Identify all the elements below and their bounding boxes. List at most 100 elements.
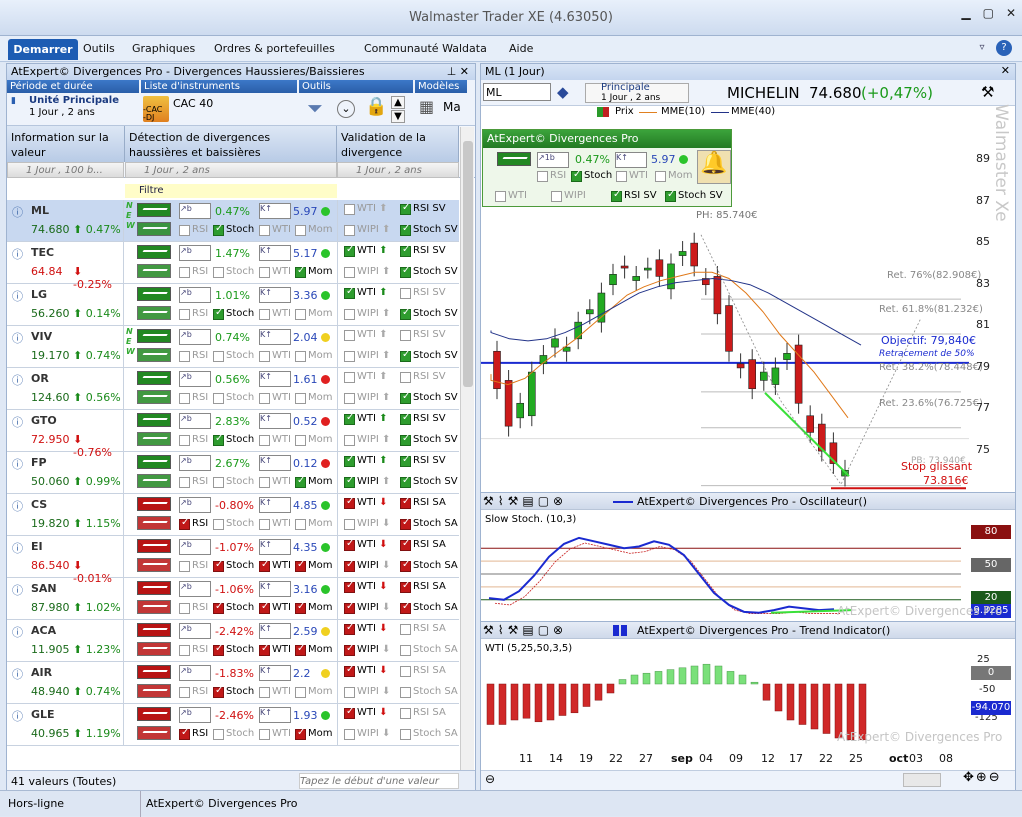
period-unit[interactable]: Unité Principale: [29, 95, 119, 106]
wti-checkbox[interactable]: [344, 622, 355, 635]
mom-checkbox[interactable]: [295, 309, 306, 320]
mom-checkbox[interactable]: [295, 643, 306, 656]
info-icon[interactable]: ⓘ: [12, 582, 23, 598]
table-row[interactable]: ⓘ GLE 40.965 ⬆ 1.19% ↗b -2.46% K↑ 1.93 R…: [7, 704, 459, 746]
info-icon[interactable]: ⓘ: [12, 708, 23, 724]
symbol[interactable]: EI: [31, 540, 43, 553]
mom-checkbox[interactable]: [295, 559, 306, 572]
filter-label[interactable]: Filtre: [139, 185, 164, 196]
info-cell[interactable]: ⓘ GLE 40.965 ⬆ 1.19%: [7, 704, 124, 745]
rsi-checkbox[interactable]: [179, 225, 190, 236]
stoch-sv-checkbox[interactable]: [400, 601, 411, 614]
rsi-sv-checkbox[interactable]: [400, 454, 411, 467]
rsi-checkbox[interactable]: [179, 351, 190, 362]
wipi-checkbox[interactable]: [344, 729, 355, 740]
rsi-sv-checkbox[interactable]: [400, 288, 411, 299]
wti-small-checkbox[interactable]: [259, 435, 270, 446]
info-cell[interactable]: ⓘ VIV 19.170 ⬆ 0.74%: [7, 326, 124, 367]
book-icon[interactable]: ◆: [557, 83, 569, 101]
info-cell[interactable]: ⓘ FP 50.060 ⬆ 0.99%: [7, 452, 124, 493]
rsi-checkbox[interactable]: [179, 267, 190, 278]
wipi-checkbox[interactable]: [344, 519, 355, 530]
info-icon[interactable]: ⓘ: [12, 204, 23, 220]
info-icon[interactable]: ⓘ: [12, 414, 23, 430]
wti-checkbox[interactable]: [344, 580, 355, 593]
wti-small-checkbox[interactable]: [259, 267, 270, 278]
filter-row[interactable]: Filtre: [125, 184, 337, 198]
table-row[interactable]: ⓘ EI 86.540 ⬇ -0.01% ↗b -1.07% K↑ 4.35 R…: [7, 536, 459, 585]
instrument-list-value[interactable]: CAC 40: [173, 97, 213, 110]
info-cell[interactable]: ⓘ AIR 48.940 ⬆ 0.74%: [7, 662, 124, 703]
rsi-checkbox[interactable]: [179, 687, 190, 698]
mom-checkbox[interactable]: [295, 727, 306, 740]
menu-demarrer[interactable]: Demarrer: [8, 39, 78, 60]
stoch-checkbox[interactable]: [213, 643, 224, 656]
symbol[interactable]: SAN: [31, 582, 57, 595]
symbol[interactable]: VIV: [31, 330, 52, 343]
info-cell[interactable]: ⓘ OR 124.60 ⬆ 0.56%: [7, 368, 124, 409]
chart-period-label[interactable]: Principale: [601, 82, 650, 93]
detection-period[interactable]: 1 Jour , 2 ans: [125, 162, 337, 178]
close-icon[interactable]: ✕: [1006, 6, 1016, 20]
mom-checkbox[interactable]: [295, 475, 306, 488]
list-option-dj[interactable]: -DJ: [143, 113, 154, 122]
rsi-checkbox[interactable]: [179, 561, 190, 572]
mom-checkbox[interactable]: [295, 265, 306, 278]
rsi-sv-checkbox[interactable]: [400, 624, 411, 635]
stoch-checkbox[interactable]: [213, 351, 224, 362]
rsi-checkbox[interactable]: [179, 727, 190, 740]
symbol[interactable]: ML: [31, 204, 49, 217]
stoch-sv-checkbox[interactable]: [400, 475, 411, 488]
zoom-icons[interactable]: ✥⊕⊖: [963, 770, 1002, 785]
stoch-sv-checkbox[interactable]: [400, 729, 411, 740]
stoch-sv-checkbox[interactable]: [400, 645, 411, 656]
wipi-checkbox[interactable]: [344, 309, 355, 320]
wti-small-checkbox[interactable]: [259, 559, 270, 572]
model-value[interactable]: Ma: [443, 100, 461, 114]
wipi-checkbox[interactable]: [344, 267, 355, 278]
scrollbar[interactable]: [460, 127, 474, 773]
filter-icon[interactable]: ⏷: [307, 96, 323, 120]
info-icon[interactable]: ⓘ: [12, 330, 23, 346]
osc-tool-icons[interactable]: ⚒⌇⚒▤▢⊗: [483, 494, 567, 508]
overlay-mom-checkbox[interactable]: [655, 171, 666, 182]
col-detection[interactable]: Détection de divergences haussières et b…: [125, 126, 337, 162]
overlay-stoch-checkbox[interactable]: [571, 169, 582, 182]
wti-small-checkbox[interactable]: [259, 601, 270, 614]
stoch-checkbox[interactable]: [213, 267, 224, 278]
info-icon[interactable]: ⓘ: [12, 246, 23, 262]
info-icon[interactable]: ⓘ: [12, 540, 23, 556]
wipi-checkbox[interactable]: [344, 225, 355, 236]
trend-tool-icons[interactable]: ⚒⌇⚒▤▢⊗: [483, 623, 567, 637]
rsi-sv-checkbox[interactable]: [400, 244, 411, 257]
stoch-checkbox[interactable]: [213, 433, 224, 446]
wti-small-checkbox[interactable]: [259, 519, 270, 530]
menu-ordres[interactable]: Ordres & portefeuilles: [214, 42, 335, 55]
stoch-sv-checkbox[interactable]: [400, 349, 411, 362]
info-icon[interactable]: ⓘ: [12, 372, 23, 388]
stoch-sv-checkbox[interactable]: [400, 307, 411, 320]
mom-checkbox[interactable]: [295, 687, 306, 698]
wti-checkbox[interactable]: [344, 454, 355, 467]
rsi-sv-checkbox[interactable]: [400, 202, 411, 215]
wti-checkbox[interactable]: [344, 706, 355, 719]
table-row[interactable]: ⓘ OR 124.60 ⬆ 0.56% ↗b 0.56% K↑ 1.61 RSI…: [7, 368, 459, 410]
mom-checkbox[interactable]: [295, 435, 306, 446]
spin-up-icon[interactable]: ▲: [391, 96, 405, 109]
stoch-checkbox[interactable]: [213, 559, 224, 572]
mom-checkbox[interactable]: [295, 393, 306, 404]
info-icon[interactable]: ⓘ: [12, 624, 23, 640]
overlay-stochsv-checkbox[interactable]: [665, 189, 676, 202]
table-row[interactable]: ⓘ ACA 11.905 ⬆ 1.23% ↗b -2.42% K↑ 2.59 R…: [7, 620, 459, 662]
grid-icon[interactable]: ▦: [419, 97, 434, 116]
mom-checkbox[interactable]: [295, 519, 306, 530]
stoch-checkbox[interactable]: [213, 519, 224, 530]
stoch-sv-checkbox[interactable]: [400, 517, 411, 530]
help-icon[interactable]: ?: [996, 40, 1012, 56]
wti-checkbox[interactable]: [344, 412, 355, 425]
wti-small-checkbox[interactable]: [259, 309, 270, 320]
table-row[interactable]: ⓘ CS 19.820 ⬆ 1.15% ↗b -0.80% K↑ 4.85 RS…: [7, 494, 459, 536]
stoch-checkbox[interactable]: [213, 477, 224, 488]
wti-checkbox[interactable]: [344, 538, 355, 551]
table-row[interactable]: ⓘ GTO 72.950 ⬇ -0.76% ↗b 2.83% K↑ 0.52 R…: [7, 410, 459, 459]
